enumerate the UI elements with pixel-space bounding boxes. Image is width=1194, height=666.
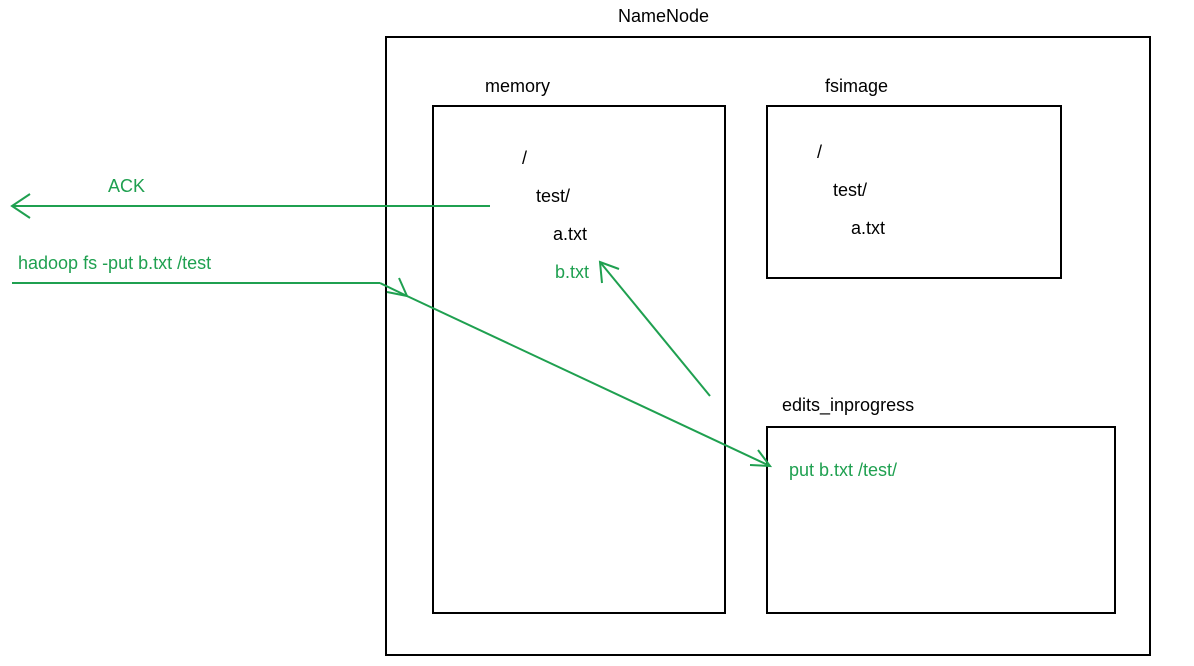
fsimage-dir: test/ xyxy=(833,180,867,201)
fsimage-label: fsimage xyxy=(825,76,888,97)
ack-arrow-head xyxy=(12,194,30,218)
fsimage-root: / xyxy=(817,142,822,163)
edits-entry: put b.txt /test/ xyxy=(789,460,897,481)
fsimage-box xyxy=(766,105,1062,279)
memory-file-b: b.txt xyxy=(555,262,589,283)
memory-label: memory xyxy=(485,76,550,97)
diagram-canvas: NameNode memory / test/ a.txt b.txt fsim… xyxy=(0,0,1194,666)
memory-box xyxy=(432,105,726,614)
edits-label: edits_inprogress xyxy=(782,395,914,416)
fsimage-file-a: a.txt xyxy=(851,218,885,239)
memory-file-a: a.txt xyxy=(553,224,587,245)
edits-box xyxy=(766,426,1116,614)
memory-root: / xyxy=(522,148,527,169)
cmd-label: hadoop fs -put b.txt /test xyxy=(18,253,211,274)
memory-dir: test/ xyxy=(536,186,570,207)
namenode-title: NameNode xyxy=(618,6,709,27)
ack-label: ACK xyxy=(108,176,145,197)
